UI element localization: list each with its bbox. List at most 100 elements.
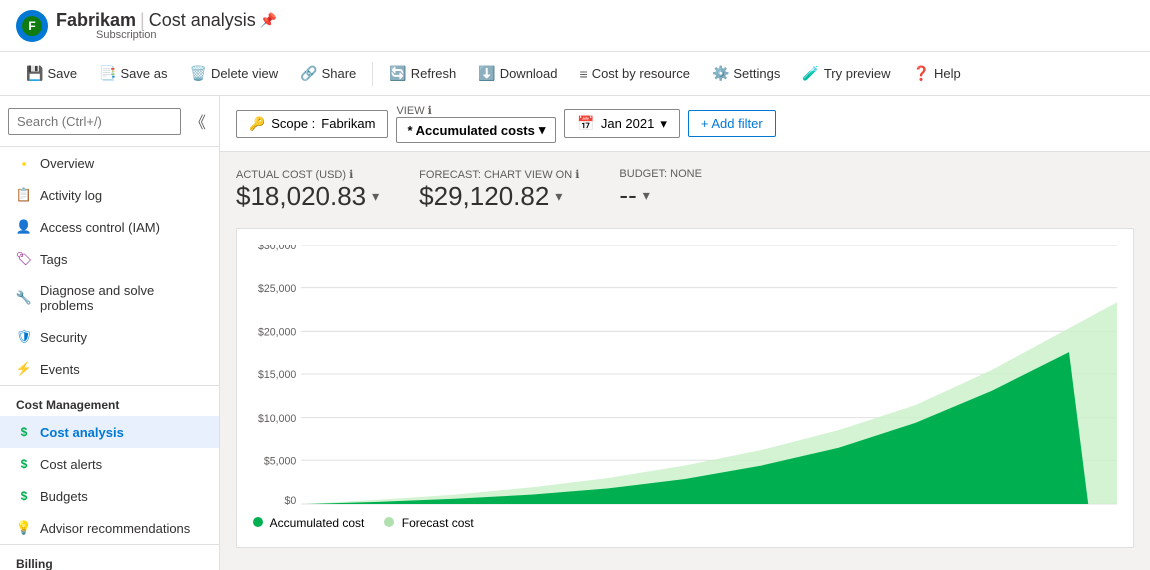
pin-icon[interactable]: 📌 — [260, 12, 277, 29]
sidebar-item-activity-log[interactable]: 📋 Activity log — [0, 179, 219, 211]
svg-text:$25,000: $25,000 — [258, 282, 296, 294]
budgets-icon: $ — [16, 488, 32, 504]
sidebar-item-label: Activity log — [40, 188, 102, 203]
legend-accumulated: Accumulated cost — [253, 516, 364, 530]
svg-text:$0: $0 — [284, 495, 296, 505]
view-dropdown[interactable]: * Accumulated costs ▾ — [396, 117, 556, 143]
diagnose-icon: 🔧 — [16, 290, 32, 306]
forecast-metric: FORECAST: CHART VIEW ON ℹ $29,120.82 ▾ — [419, 168, 579, 212]
scope-button[interactable]: 🔑 Scope : Fabrikam — [236, 110, 388, 138]
sidebar-item-label: Diagnose and solve problems — [40, 283, 203, 313]
sidebar-item-advisor[interactable]: 💡 Advisor recommendations — [0, 512, 219, 544]
toolbar-sep-1 — [372, 62, 373, 86]
svg-text:$30,000: $30,000 — [258, 245, 296, 252]
delete-view-button[interactable]: 🗑️ Delete view — [180, 60, 289, 87]
budget-metric: BUDGET: NONE -- ▾ — [619, 168, 702, 212]
try-preview-button[interactable]: 🧪 Try preview — [792, 60, 900, 87]
svg-text:F: F — [28, 19, 35, 33]
sidebar-item-events[interactable]: ⚡ Events — [0, 353, 219, 385]
cost-chart: $30,000 $25,000 $20,000 $15,000 $10,000 … — [236, 228, 1134, 548]
chart-area: ACTUAL COST (USD) ℹ $18,020.83 ▾ FORECAS… — [220, 152, 1150, 570]
sidebar-item-label: Overview — [40, 156, 94, 171]
overview-icon: ▪ — [16, 155, 32, 171]
sidebar-item-security[interactable]: 🛡 Security — [0, 321, 219, 353]
subscription-label: Subscription — [96, 29, 277, 41]
settings-button[interactable]: ⚙️ Settings — [702, 60, 790, 87]
forecast-value: $29,120.82 ▾ — [419, 181, 579, 212]
download-button[interactable]: ⬇️ Download — [468, 60, 567, 87]
sidebar-item-cost-alerts[interactable]: $ Cost alerts — [0, 448, 219, 480]
scope-label: Scope : — [271, 116, 315, 131]
save-icon: 💾 — [26, 65, 43, 82]
svg-text:$5,000: $5,000 — [264, 455, 296, 467]
header-title-area: Fabrikam | Cost analysis 📌 Subscription — [56, 10, 277, 41]
forecast-label: FORECAST: CHART VIEW ON ℹ — [419, 168, 579, 181]
sidebar-item-label: Budgets — [40, 489, 88, 504]
accumulated-cost-dot — [253, 517, 263, 527]
budget-dropdown[interactable]: ▾ — [643, 187, 650, 204]
sidebar-item-cost-analysis[interactable]: $ Cost analysis — [0, 416, 219, 448]
chart-svg: $30,000 $25,000 $20,000 $15,000 $10,000 … — [253, 245, 1117, 505]
cost-analysis-icon: $ — [16, 424, 32, 440]
activity-log-icon: 📋 — [16, 187, 32, 203]
sidebar: 《 ▪ Overview 📋 Activity log 👤 Access con… — [0, 96, 220, 570]
page-title: Cost analysis — [149, 10, 256, 31]
chevron-down-icon: ▾ — [539, 122, 546, 138]
scope-value: Fabrikam — [321, 116, 375, 131]
actual-cost-label: ACTUAL COST (USD) ℹ — [236, 168, 379, 181]
metrics-row: ACTUAL COST (USD) ℹ $18,020.83 ▾ FORECAS… — [236, 168, 1134, 212]
actual-cost-dropdown[interactable]: ▾ — [372, 188, 379, 205]
sidebar-item-label: Access control (IAM) — [40, 220, 160, 235]
sidebar-item-tags[interactable]: 🏷 Tags — [0, 243, 219, 275]
sidebar-search-area: 《 — [0, 96, 219, 147]
forecast-cost-dot — [384, 517, 394, 527]
share-button[interactable]: 🔗 Share — [290, 60, 366, 87]
actual-cost-value: $18,020.83 ▾ — [236, 181, 379, 212]
refresh-button[interactable]: 🔄 Refresh — [379, 60, 466, 87]
tags-icon: 🏷 — [16, 251, 32, 267]
chevron-down-icon: ▾ — [660, 116, 667, 132]
search-input[interactable] — [8, 108, 181, 135]
date-picker-button[interactable]: 📅 Jan 2021 ▾ — [564, 109, 679, 138]
app-name: Fabrikam — [56, 10, 136, 31]
cost-by-resource-button[interactable]: ≡ Cost by resource — [570, 61, 700, 87]
forecast-cost-label: Forecast cost — [402, 516, 474, 530]
sidebar-item-iam[interactable]: 👤 Access control (IAM) — [0, 211, 219, 243]
delete-icon: 🗑️ — [190, 65, 207, 82]
sidebar-item-diagnose[interactable]: 🔧 Diagnose and solve problems — [0, 275, 219, 321]
content-toolbar: 🔑 Scope : Fabrikam VIEW ℹ * Accumulated … — [220, 96, 1150, 152]
save-as-icon: 📑 — [99, 65, 116, 82]
accumulated-cost-label: Accumulated cost — [270, 516, 365, 530]
add-filter-button[interactable]: + Add filter — [688, 110, 776, 137]
main-toolbar: 💾 Save 📑 Save as 🗑️ Delete view 🔗 Share … — [0, 52, 1150, 96]
view-label: VIEW ℹ — [396, 104, 556, 117]
sidebar-item-label: Cost analysis — [40, 425, 124, 440]
view-value: * Accumulated costs — [407, 123, 534, 138]
sidebar-item-overview[interactable]: ▪ Overview — [0, 147, 219, 179]
chart-legend: Accumulated cost Forecast cost — [253, 516, 1117, 530]
sidebar-item-budgets[interactable]: $ Budgets — [0, 480, 219, 512]
collapse-sidebar-button[interactable]: 《 — [185, 104, 211, 138]
svg-text:$20,000: $20,000 — [258, 326, 296, 338]
title-separator: | — [140, 10, 145, 31]
save-button[interactable]: 💾 Save — [16, 60, 87, 87]
app-logo: F — [16, 10, 48, 42]
save-as-button[interactable]: 📑 Save as — [89, 60, 177, 87]
forecast-dropdown[interactable]: ▾ — [555, 188, 562, 205]
billing-section: Billing — [0, 544, 219, 570]
advisor-icon: 💡 — [16, 520, 32, 536]
help-button[interactable]: ❓ Help — [903, 60, 971, 87]
actual-cost-metric: ACTUAL COST (USD) ℹ $18,020.83 ▾ — [236, 168, 379, 212]
sidebar-item-label: Cost alerts — [40, 457, 102, 472]
main-layout: 《 ▪ Overview 📋 Activity log 👤 Access con… — [0, 96, 1150, 570]
sidebar-item-label: Advisor recommendations — [40, 521, 190, 536]
legend-forecast: Forecast cost — [384, 516, 473, 530]
list-icon: ≡ — [580, 66, 588, 82]
download-icon: ⬇️ — [478, 65, 495, 82]
help-icon: ❓ — [913, 65, 930, 82]
budget-label: BUDGET: NONE — [619, 168, 702, 180]
refresh-icon: 🔄 — [389, 65, 406, 82]
sidebar-item-label: Security — [40, 330, 87, 345]
events-icon: ⚡ — [16, 361, 32, 377]
cost-alerts-icon: $ — [16, 456, 32, 472]
